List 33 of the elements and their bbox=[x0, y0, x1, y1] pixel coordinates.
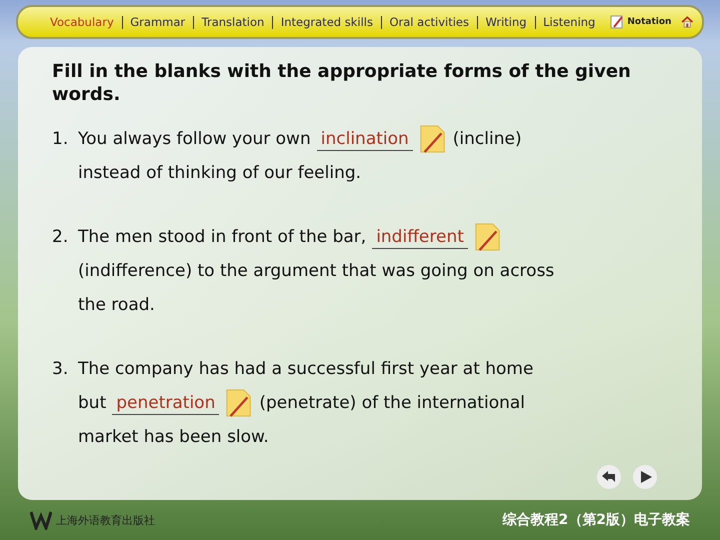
question-number: 3. bbox=[52, 358, 70, 381]
notation-button[interactable]: Notation bbox=[609, 14, 672, 30]
nav-tab[interactable]: Translation bbox=[202, 15, 264, 29]
answer-blank[interactable]: inclination bbox=[316, 128, 413, 150]
publisher-logo-icon bbox=[30, 510, 52, 530]
nav-tab[interactable]: Vocabulary bbox=[50, 15, 114, 29]
question-text: instead of thinking of our feeling. bbox=[78, 162, 362, 185]
nav-tab[interactable]: Grammar bbox=[130, 15, 186, 29]
answer-blank[interactable]: penetration bbox=[112, 392, 220, 414]
nav-tab[interactable]: Listening bbox=[543, 15, 596, 29]
notepad-pencil-icon[interactable] bbox=[474, 222, 502, 252]
question-text: market has been slow. bbox=[78, 426, 269, 449]
question-text: The men stood in front of the bar, bbox=[78, 226, 366, 249]
play-icon[interactable] bbox=[632, 464, 658, 490]
question-text: You always follow your own bbox=[78, 128, 311, 151]
publisher-name: 上海外语教育出版社 bbox=[56, 512, 155, 528]
answer-blank[interactable]: indifferent bbox=[372, 226, 468, 248]
nav-tab[interactable]: Writing bbox=[486, 15, 527, 29]
question-text: (incline) bbox=[452, 128, 522, 151]
question-text: (indifference) to the argument that was going on across bbox=[78, 260, 554, 283]
question-number: 1. bbox=[52, 128, 70, 151]
course-title: 综合教程2（第2版）电子教案 bbox=[502, 511, 690, 529]
notepad-pencil-icon[interactable] bbox=[418, 124, 447, 154]
notepad-pencil-icon bbox=[609, 14, 626, 30]
instruction-text: Fill in the blanks with the appropriate forms of the given words. bbox=[52, 61, 632, 106]
question-text: but bbox=[78, 392, 106, 415]
question-text: (penetrate) of the international bbox=[259, 392, 526, 415]
question-text: the road. bbox=[78, 294, 155, 317]
notepad-pencil-icon[interactable] bbox=[225, 388, 254, 418]
question-number: 2. bbox=[52, 226, 70, 249]
question-text: The company has had a successful first year at home bbox=[78, 358, 534, 381]
nav-tab[interactable]: Integrated skills bbox=[280, 15, 373, 29]
nav-tab[interactable]: Oral activities bbox=[389, 15, 469, 29]
